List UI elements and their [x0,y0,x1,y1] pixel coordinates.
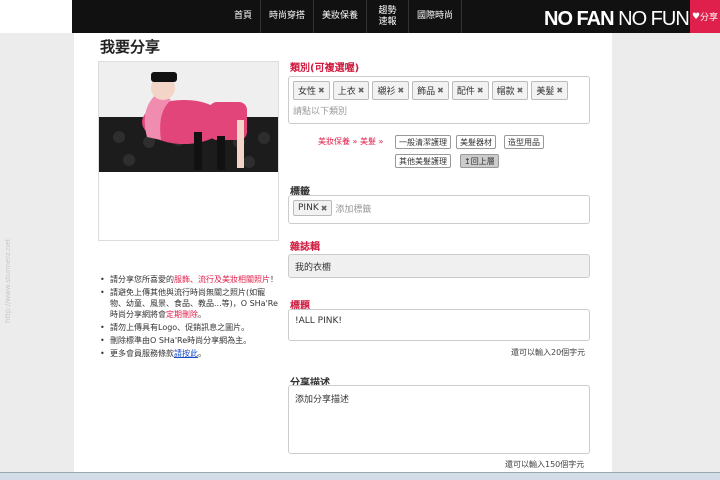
category-breadcrumb[interactable]: 美妝保養 » 美髮 » [318,136,383,147]
tags-tag-list: PINK ✖ 添加標籤 [289,196,589,220]
remove-tag-icon[interactable]: ✖ [397,86,404,95]
nav-fashion-style[interactable]: 時尚穿搭 [261,0,315,33]
description-char-hint: 還可以輸入150個字元 [505,460,585,469]
nav-international[interactable]: 國際時尚 [409,0,463,33]
logo-bold-text: NO FAN [544,8,615,30]
description-textarea[interactable]: 添加分享描述 [288,385,590,454]
remove-tag-icon[interactable]: ✖ [556,86,563,95]
right-margin [612,33,720,480]
title-input[interactable]: !ALL PINK! [288,309,590,341]
share-tab-label: 分享 [700,13,719,23]
category-tag: 上衣 ✖ [332,81,370,100]
remove-tag-icon[interactable]: ✖ [358,86,365,95]
os-taskbar [0,472,720,480]
chip-styling-products[interactable]: 造型用品 [504,135,544,149]
magazine-select[interactable]: 我的衣櫥 [288,254,590,278]
remove-tag-icon[interactable]: ✖ [321,204,328,213]
top-navbar: 首頁 時尚穿搭 美妝保養 趨勢速報 國際時尚 NO FAN NO FUN ♥ 分享 [0,0,720,33]
user-tag: PINK ✖ [293,200,333,216]
magazine-value: 我的衣櫥 [295,263,332,273]
note-item: 請分享您所喜愛的服飾、流行及美妝相關照片！ [100,274,280,285]
remove-tag-icon[interactable]: ✖ [318,86,325,95]
upload-notes: 請分享您所喜愛的服飾、流行及美妝相關照片！ 請避免上傳其他與流行時尚無關之照片(… [100,274,280,361]
note-item: 請勿上傳具有Logo、促銷訊息之圖片。 [100,322,280,333]
category-tag: 配件 ✖ [451,81,489,100]
uploaded-photo[interactable] [99,62,278,172]
tags-field[interactable]: PINK ✖ 添加標籤 [288,195,590,224]
note-item: 更多會員服務條款請按此。 [100,348,280,359]
watermark-text: http://www.stunnerz.net [4,238,12,323]
description-placeholder: 添加分享描述 [295,395,350,405]
category-tag: 襯衫 ✖ [372,81,410,100]
chip-cleansing-care[interactable]: 一般清潔護理 [395,135,451,149]
category-tag-list: 女性 ✖ 上衣 ✖ 襯衫 ✖ 飾品 ✖ 配件 ✖ 帽款 ✖ 美髮 ✖ [289,77,589,104]
uploaded-photo-card [98,61,279,241]
terms-link[interactable]: 請按此 [174,349,198,358]
tags-placeholder: 添加標籤 [335,204,372,215]
heart-icon: ♥ [691,11,701,22]
nav-trends[interactable]: 趨勢速報 [367,0,410,33]
chip-other-hair-care[interactable]: 其他美髮護理 [395,154,451,168]
category-tag: 帽款 ✖ [491,81,529,100]
remove-tag-icon[interactable]: ✖ [477,86,484,95]
note-item: 請避免上傳其他與流行時尚無關之照片(如寵物、幼童、風景、食品、教品...等)，O… [100,287,280,320]
category-placeholder: 請點以下類別 [293,107,348,117]
site-logo[interactable]: NO FAN NO FUN [544,8,690,31]
page-title: 我要分享 [100,38,161,56]
share-tab[interactable]: ♥ 分享 [690,0,720,33]
nav-beauty[interactable]: 美妝保養 [314,0,368,33]
remove-tag-icon[interactable]: ✖ [437,86,444,95]
left-margin: http://www.stunnerz.net [0,33,74,480]
logo-thin-text: NO FUN [618,8,690,30]
note-item: 刪除標準由O SHa'Re時尚分享網為主。 [100,335,280,346]
chip-hair-tools[interactable]: 美髮器材 [456,135,496,149]
category-tag: 美髮 ✖ [531,81,569,100]
title-value: !ALL PINK! [295,316,342,326]
category-label: 類別(可複選喔) [290,63,360,74]
category-tag: 飾品 ✖ [412,81,449,100]
chip-back-up-level[interactable]: ↥回上層 [460,154,499,168]
category-tag: 女性 ✖ [293,81,330,100]
remove-tag-icon[interactable]: ✖ [517,86,524,95]
main-nav: 首頁 時尚穿搭 美妝保養 趨勢速報 國際時尚 [226,0,463,33]
top-left-strip [0,0,72,33]
magazine-label: 雜誌輯 [290,242,320,253]
title-char-hint: 還可以輸入20個字元 [511,348,586,357]
category-field[interactable]: 女性 ✖ 上衣 ✖ 襯衫 ✖ 飾品 ✖ 配件 ✖ 帽款 ✖ 美髮 ✖ 請點以下類別 [288,76,590,124]
nav-home[interactable]: 首頁 [226,0,262,33]
